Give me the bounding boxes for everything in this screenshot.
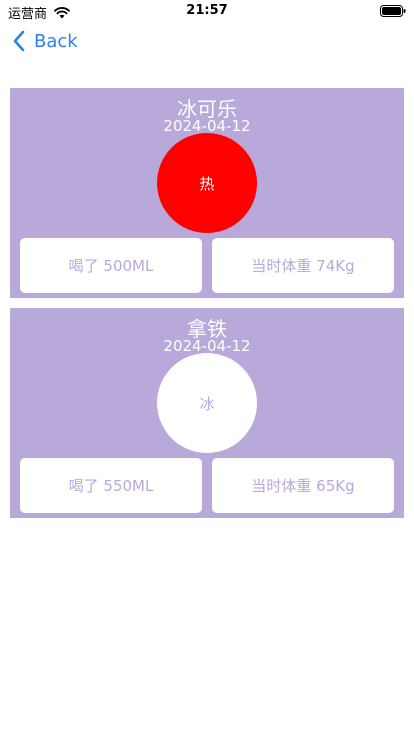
temperature-cold-circle[interactable]: 冰 (157, 353, 257, 453)
drink-record-card: 冰可乐 2024-04-12 热 喝了 500ML 当时体重 74Kg (10, 88, 404, 298)
back-label: Back (34, 30, 78, 52)
status-bar: 运营商 21:57 (0, 0, 414, 22)
battery-icon (380, 5, 406, 17)
weight-button[interactable]: 当时体重 74Kg (212, 238, 394, 293)
amount-button[interactable]: 喝了 500ML (20, 238, 202, 293)
chevron-left-icon (13, 30, 25, 52)
amount-button[interactable]: 喝了 550ML (20, 458, 202, 513)
back-button[interactable]: Back (12, 30, 78, 52)
drink-record-card: 拿铁 2024-04-12 冰 喝了 550ML 当时体重 65Kg (10, 308, 404, 518)
status-time: 21:57 (186, 3, 228, 18)
temperature-hot-circle[interactable]: 热 (157, 133, 257, 233)
weight-button[interactable]: 当时体重 65Kg (212, 458, 394, 513)
